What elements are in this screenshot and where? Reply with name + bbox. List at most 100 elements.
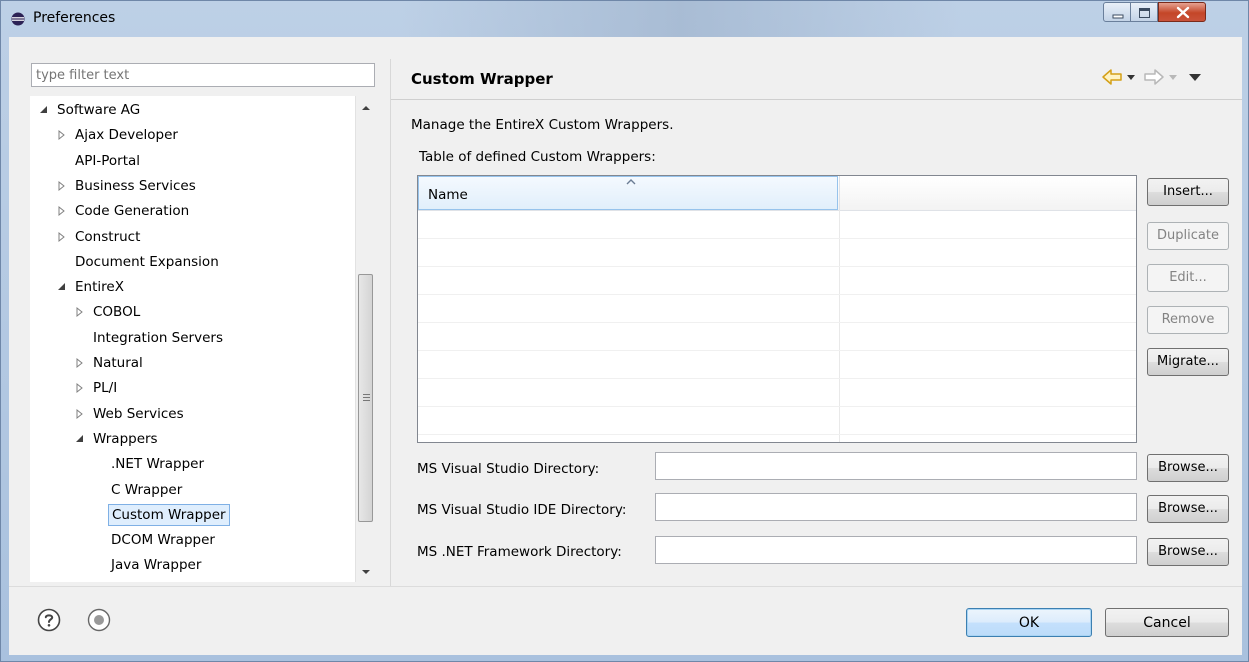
collapsed-triangle-icon[interactable] xyxy=(74,351,86,375)
tree-item-label: Document Expansion xyxy=(75,253,219,270)
tree-item[interactable]: EntireX xyxy=(30,275,355,299)
collapsed-triangle-icon[interactable] xyxy=(56,225,68,249)
title-bar[interactable]: Preferences xyxy=(1,1,1248,37)
table-row-divider xyxy=(418,350,1136,351)
view-menu-icon[interactable] xyxy=(1187,67,1203,87)
forward-arrow-icon[interactable] xyxy=(1143,67,1165,87)
eclipse-icon xyxy=(11,12,25,26)
remove-button[interactable]: Remove xyxy=(1147,306,1229,334)
migrate-button[interactable]: Migrate... xyxy=(1147,348,1229,376)
expanded-triangle-icon[interactable] xyxy=(38,98,50,122)
scroll-down-icon[interactable] xyxy=(356,562,376,582)
tree-item-label: Natural xyxy=(93,355,143,371)
ok-button[interactable]: OK xyxy=(966,608,1092,637)
tree-item[interactable]: PL/I xyxy=(30,376,355,400)
table-row-divider xyxy=(418,266,1136,267)
tree-item-label: Code Generation xyxy=(75,203,190,220)
collapsed-triangle-icon[interactable] xyxy=(56,174,68,198)
custom-wrapper-table[interactable]: Name xyxy=(417,175,1137,443)
back-arrow-icon[interactable] xyxy=(1101,67,1123,87)
scrollbar-thumb[interactable] xyxy=(358,274,373,522)
tree-item[interactable]: DCOM Wrapper xyxy=(30,528,355,552)
tree-item-label: C Wrapper xyxy=(111,481,183,498)
preferences-window: Preferences Software AG Ajax Developer API… xyxy=(0,0,1249,662)
dotnet-directory-label: MS .NET Framework Directory: xyxy=(417,544,622,560)
sort-ascending-icon xyxy=(626,179,636,185)
tree-item-label: Integration Servers xyxy=(93,329,223,346)
tree-item-label: PL/I xyxy=(93,380,118,397)
duplicate-button[interactable]: Duplicate xyxy=(1147,222,1229,250)
tree-item[interactable]: Java Wrapper xyxy=(30,553,355,577)
edit-button[interactable]: Edit... xyxy=(1147,264,1229,292)
minimize-button[interactable] xyxy=(1103,2,1131,22)
header-separator xyxy=(391,99,1242,100)
collapsed-triangle-icon[interactable] xyxy=(74,300,86,324)
vs-directory-input[interactable] xyxy=(655,452,1137,480)
expanded-triangle-icon[interactable] xyxy=(74,427,86,451)
record-macro-icon[interactable] xyxy=(87,608,111,632)
client-top xyxy=(9,37,1242,59)
maximize-button[interactable] xyxy=(1131,2,1158,22)
close-button[interactable] xyxy=(1158,2,1206,22)
dotnet-directory-browse-button[interactable]: Browse... xyxy=(1147,538,1229,566)
second-column-header[interactable] xyxy=(839,176,1136,210)
name-column-header[interactable]: Name xyxy=(418,176,838,210)
tree-item[interactable]: Natural xyxy=(30,351,355,375)
vs-directory-label: MS Visual Studio Directory: xyxy=(417,461,600,477)
tree-item[interactable]: API-Portal xyxy=(30,149,355,173)
tree-item[interactable]: Web Services xyxy=(30,402,355,426)
tree-item[interactable]: Software AG xyxy=(30,98,355,122)
maximize-icon xyxy=(1139,8,1150,18)
insert-button[interactable]: Insert... xyxy=(1147,178,1229,206)
tree-item[interactable]: C Wrapper xyxy=(30,478,355,502)
grip-icon xyxy=(363,394,370,401)
vs-directory-browse-button[interactable]: Browse... xyxy=(1147,454,1229,482)
back-menu-chevron-icon[interactable] xyxy=(1125,67,1137,87)
tree-item[interactable]: COBOL xyxy=(30,300,355,324)
dotnet-directory-input[interactable] xyxy=(655,536,1137,564)
page-description: Manage the EntireX Custom Wrappers. xyxy=(411,117,674,133)
tree-item[interactable]: .NET Wrapper xyxy=(30,452,355,476)
preference-tree[interactable]: Software AG Ajax Developer API-Portal Busin… xyxy=(30,96,375,582)
tree-item-label: COBOL xyxy=(93,304,141,321)
tree-item-label: EntireX xyxy=(75,279,124,296)
column-divider xyxy=(839,210,840,442)
cancel-button[interactable]: Cancel xyxy=(1105,608,1229,637)
name-column-label: Name xyxy=(428,187,468,203)
table-header: Name xyxy=(418,176,1136,211)
tree-item[interactable]: Wrappers xyxy=(30,427,355,451)
tree-item-label: Wrappers xyxy=(93,430,158,447)
tree-item-label: Web Services xyxy=(93,405,184,422)
help-icon[interactable] xyxy=(37,608,61,632)
tree-item-label: Java Wrapper xyxy=(111,557,202,574)
table-label: Table of defined Custom Wrappers: xyxy=(419,149,656,165)
pane-divider[interactable] xyxy=(390,59,391,586)
table-row-divider xyxy=(418,322,1136,323)
filter-input[interactable] xyxy=(31,63,375,87)
tree-item-label: Software AG xyxy=(57,102,141,118)
tree-item-label: .NET Wrapper xyxy=(111,456,205,473)
title-bar-glass xyxy=(401,1,961,37)
tree-item[interactable]: Integration Servers xyxy=(30,326,355,350)
tree-item[interactable]: Document Expansion xyxy=(30,250,355,274)
expanded-triangle-icon[interactable] xyxy=(56,275,68,299)
tree-item[interactable]: Construct xyxy=(30,225,355,249)
tree-item[interactable]: Custom Wrapper xyxy=(30,503,355,527)
collapsed-triangle-icon[interactable] xyxy=(56,199,68,223)
collapsed-triangle-icon[interactable] xyxy=(74,376,86,400)
forward-menu-chevron-icon[interactable] xyxy=(1167,67,1179,87)
vs-ide-directory-label: MS Visual Studio IDE Directory: xyxy=(417,502,627,518)
vs-ide-directory-input[interactable] xyxy=(655,493,1137,521)
vs-ide-directory-browse-button[interactable]: Browse... xyxy=(1147,495,1229,523)
tree-item[interactable]: Code Generation xyxy=(30,199,355,223)
scroll-up-icon[interactable] xyxy=(356,98,376,118)
collapsed-triangle-icon[interactable] xyxy=(74,402,86,426)
minimize-icon xyxy=(1112,14,1124,19)
tree-item[interactable]: Ajax Developer xyxy=(30,123,355,147)
table-row-divider xyxy=(418,378,1136,379)
collapsed-triangle-icon[interactable] xyxy=(56,123,68,147)
history-navigation xyxy=(1101,67,1231,87)
tree-item-label: DCOM Wrapper xyxy=(111,532,215,549)
tree-item[interactable]: Business Services xyxy=(30,174,355,198)
tree-scrollbar[interactable] xyxy=(355,96,376,582)
